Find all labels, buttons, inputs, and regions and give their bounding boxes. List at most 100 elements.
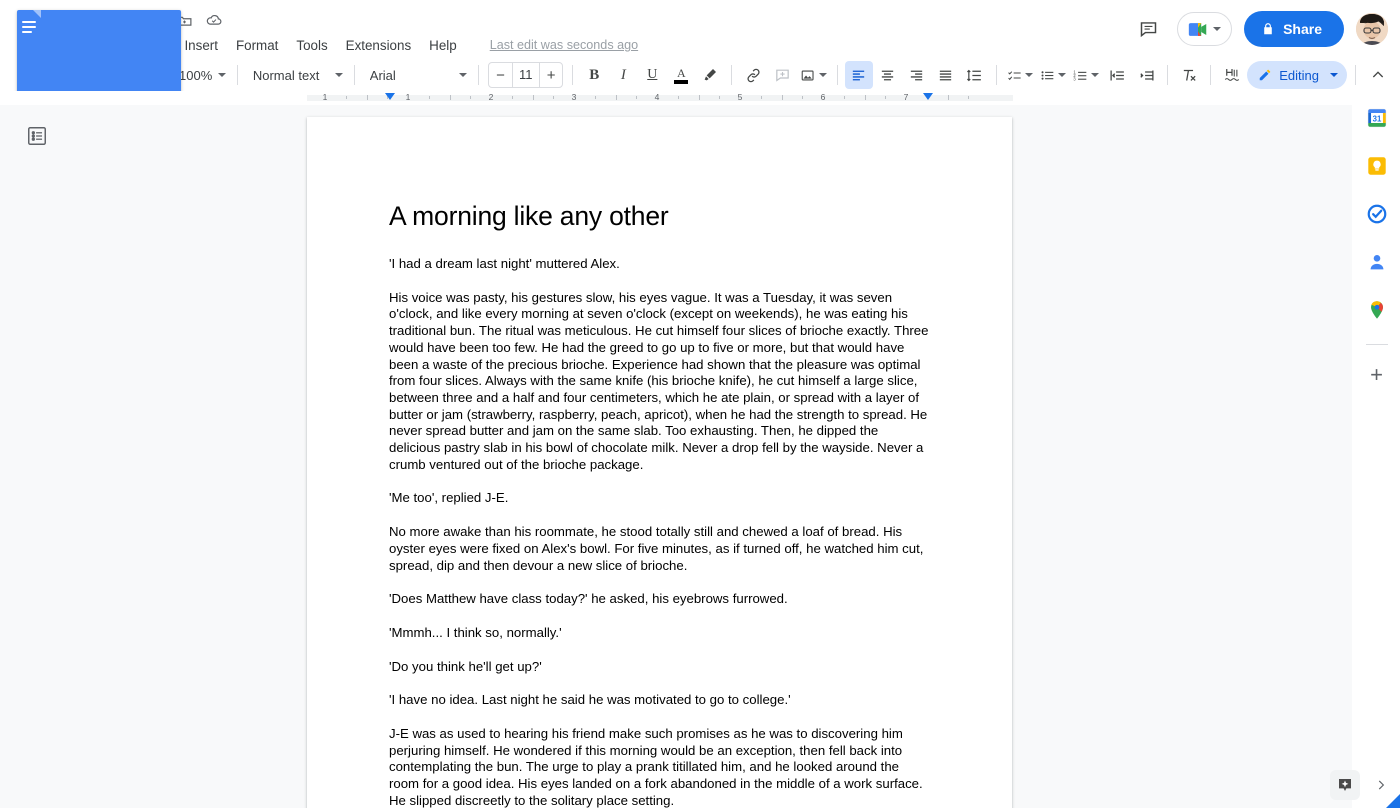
ruler-tick bbox=[802, 96, 803, 99]
chevron-down-icon bbox=[1025, 73, 1033, 77]
google-meet-button[interactable] bbox=[1177, 12, 1232, 46]
side-panel-rail: 31 bbox=[1352, 92, 1400, 808]
text-color-button[interactable]: A bbox=[667, 61, 695, 89]
align-justify-button[interactable] bbox=[932, 61, 960, 89]
line-spacing-button[interactable] bbox=[961, 61, 989, 89]
google-docs-logo[interactable] bbox=[14, 10, 44, 50]
right-indent-marker[interactable] bbox=[923, 93, 933, 100]
document-paragraph[interactable]: 'Mmmh... I think so, normally.' bbox=[389, 625, 930, 642]
document-paragraph[interactable]: 'I have no idea. Last night he said he w… bbox=[389, 692, 930, 709]
ruler-tick bbox=[782, 95, 783, 100]
editing-mode-button[interactable]: Editing bbox=[1247, 61, 1347, 89]
toolbar-divider bbox=[837, 65, 838, 85]
ruler-tick bbox=[699, 95, 700, 100]
app-header: Epic team File Edit View Insert Format T… bbox=[0, 0, 1400, 56]
ruler-tick bbox=[429, 96, 430, 99]
menu-insert[interactable]: Insert bbox=[183, 36, 219, 55]
chevron-down-icon bbox=[1213, 27, 1221, 31]
clear-formatting-button[interactable] bbox=[1175, 61, 1203, 89]
menu-extensions[interactable]: Extensions bbox=[345, 36, 413, 55]
svg-text:3: 3 bbox=[1073, 76, 1076, 81]
font-size-increase-button[interactable]: + bbox=[540, 63, 562, 87]
show-outline-button[interactable] bbox=[26, 125, 50, 149]
document-paragraph[interactable]: No more awake than his roommate, he stoo… bbox=[389, 524, 930, 574]
ruler-tick bbox=[678, 96, 679, 99]
left-indent-marker[interactable] bbox=[385, 93, 395, 100]
ruler-tick bbox=[948, 95, 949, 100]
paragraph-style-select[interactable]: Normal text bbox=[245, 61, 347, 89]
last-edit-status[interactable]: Last edit was seconds ago bbox=[490, 38, 638, 52]
bottom-right-controls bbox=[1330, 770, 1392, 800]
ruler-number: 2 bbox=[489, 92, 494, 102]
share-label: Share bbox=[1283, 21, 1322, 37]
insert-link-button[interactable] bbox=[739, 61, 767, 89]
text-color-label: A bbox=[677, 67, 686, 79]
add-ons-button[interactable]: + bbox=[1361, 359, 1393, 391]
ruler-tick bbox=[844, 96, 845, 99]
header-center: Epic team File Edit View Insert Format T… bbox=[56, 7, 1131, 56]
align-center-button[interactable] bbox=[874, 61, 902, 89]
ruler-tick bbox=[553, 96, 554, 99]
document-paragraph[interactable]: 'I had a dream last night' muttered Alex… bbox=[389, 256, 930, 273]
highlight-color-button[interactable] bbox=[696, 61, 724, 89]
google-contacts-icon[interactable] bbox=[1361, 246, 1393, 278]
google-keep-icon[interactable] bbox=[1361, 150, 1393, 182]
ruler-tick bbox=[885, 96, 886, 99]
document-paragraph[interactable]: 'Me too', replied J-E. bbox=[389, 490, 930, 507]
ruler-tick bbox=[761, 96, 762, 99]
bold-button[interactable]: B bbox=[580, 61, 608, 89]
toolbar-divider bbox=[237, 65, 238, 85]
toolbar-divider bbox=[1355, 65, 1356, 85]
align-left-button[interactable] bbox=[845, 61, 873, 89]
bulleted-list-button[interactable] bbox=[1037, 61, 1069, 89]
ruler-tick bbox=[865, 95, 866, 100]
toolbar-divider bbox=[572, 65, 573, 85]
checklist-button[interactable] bbox=[1004, 61, 1036, 89]
add-comment-button[interactable] bbox=[768, 61, 796, 89]
document-page[interactable]: A morning like any other 'I had a dream … bbox=[307, 117, 1012, 808]
numbered-list-button[interactable]: 123 bbox=[1070, 61, 1102, 89]
text-color-swatch bbox=[674, 80, 688, 84]
italic-button[interactable]: I bbox=[609, 61, 637, 89]
corner-accent bbox=[1386, 794, 1400, 808]
horizontal-ruler[interactable]: 11234567 bbox=[307, 91, 1013, 105]
font-value: Arial bbox=[370, 68, 455, 83]
insert-image-button[interactable] bbox=[797, 61, 829, 89]
align-right-button[interactable] bbox=[903, 61, 931, 89]
font-size-input[interactable]: 11 bbox=[512, 62, 540, 88]
share-button[interactable]: Share bbox=[1244, 11, 1344, 47]
google-maps-icon[interactable] bbox=[1361, 294, 1393, 326]
avatar[interactable] bbox=[1356, 13, 1388, 45]
menu-help[interactable]: Help bbox=[428, 36, 458, 55]
cloud-saved-icon[interactable] bbox=[204, 10, 224, 30]
ruler-tick bbox=[595, 96, 596, 99]
zoom-value: 100% bbox=[179, 68, 214, 83]
collapse-menus-button[interactable] bbox=[1364, 61, 1392, 89]
comment-history-icon[interactable] bbox=[1131, 12, 1165, 46]
italic-label: I bbox=[621, 67, 626, 84]
document-paragraph[interactable]: 'Does Matthew have class today?' he aske… bbox=[389, 591, 930, 608]
expand-side-panel-button[interactable] bbox=[1370, 774, 1392, 796]
document-paragraph[interactable]: J-E was as used to hearing his friend ma… bbox=[389, 726, 930, 808]
ruler-tick bbox=[968, 96, 969, 99]
document-paragraph[interactable]: His voice was pasty, his gestures slow, … bbox=[389, 290, 930, 474]
increase-indent-button[interactable] bbox=[1132, 61, 1160, 89]
document-paragraph[interactable]: 'Do you think he'll get up?' bbox=[389, 659, 930, 676]
decrease-indent-button[interactable] bbox=[1103, 61, 1131, 89]
menu-tools[interactable]: Tools bbox=[295, 36, 328, 55]
ruler-tick bbox=[470, 96, 471, 99]
ruler-tick bbox=[616, 95, 617, 100]
document-heading[interactable]: A morning like any other bbox=[389, 201, 930, 232]
paragraph-style-value: Normal text bbox=[253, 68, 331, 83]
chevron-down-icon bbox=[1330, 73, 1338, 77]
google-tasks-icon[interactable] bbox=[1361, 198, 1393, 230]
underline-button[interactable]: U bbox=[638, 61, 666, 89]
font-select[interactable]: Arial bbox=[362, 61, 471, 89]
menu-format[interactable]: Format bbox=[235, 36, 279, 55]
ruler-number: 3 bbox=[572, 92, 577, 102]
gemini-ai-button[interactable] bbox=[1330, 770, 1360, 800]
google-docs-app: Epic team File Edit View Insert Format T… bbox=[0, 0, 1400, 808]
font-size-decrease-button[interactable]: − bbox=[489, 63, 511, 87]
google-calendar-icon[interactable]: 31 bbox=[1361, 102, 1393, 134]
editing-suggestions-button[interactable] bbox=[1218, 61, 1246, 89]
